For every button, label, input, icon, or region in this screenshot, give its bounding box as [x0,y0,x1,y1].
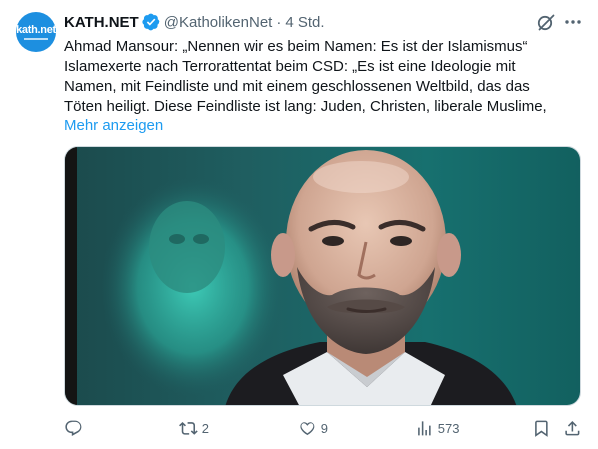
share-icon [565,420,580,436]
tweet-text-line: Töten heiligt. Diese Feindliste ist lang… [64,98,547,115]
author-handle[interactable]: @KatholikenNet [164,14,273,31]
repost-button[interactable]: 2 [179,414,209,442]
tweet-header: KATH.NET @KatholikenNet · 4 Std. [64,12,325,32]
views-count: 573 [437,420,460,436]
repost-icon [179,421,198,435]
tweet-text: Ahmad Mansour: „Nennen wir es beim Namen… [64,37,584,117]
avatar-logo-text: kath.net [16,23,56,36]
views-button[interactable]: 573 [415,414,459,442]
verified-badge-icon[interactable] [142,13,160,31]
header-separator: · [276,13,282,31]
portrait-photo [65,147,580,405]
bookmark-button[interactable] [532,414,551,442]
views-icon [418,420,431,436]
author-name[interactable]: KATH.NET [64,14,139,31]
avatar-logo-underline [24,37,48,40]
more-icon[interactable] [563,12,583,32]
heart-icon [300,421,315,435]
repost-count: 2 [201,420,209,436]
tweet-text-line: Ahmad Mansour: „Nennen wir es beim Namen… [64,38,528,55]
tweet-text-line: Namen, mit Feindliste und mit einem gesc… [64,78,530,95]
reply-button[interactable] [64,414,87,442]
like-count: 9 [320,420,328,436]
bookmark-icon [535,420,548,437]
share-button[interactable] [563,414,582,442]
tweet-timestamp[interactable]: 4 Std. [285,14,324,31]
tweet-photo[interactable] [64,146,581,406]
like-button[interactable]: 9 [298,414,328,442]
reply-icon [65,420,82,436]
show-more-link[interactable]: Mehr anzeigen [64,116,163,136]
grok-icon[interactable] [536,12,556,32]
avatar[interactable]: kath.net [16,12,56,52]
action-bar: 2 9 573 [0,414,598,442]
tweet[interactable]: kath.net KATH.NET @KatholikenNet · 4 Std… [0,0,598,449]
tweet-text-line: Islamexerte nach Terrorattentat beim CSD… [64,58,516,75]
